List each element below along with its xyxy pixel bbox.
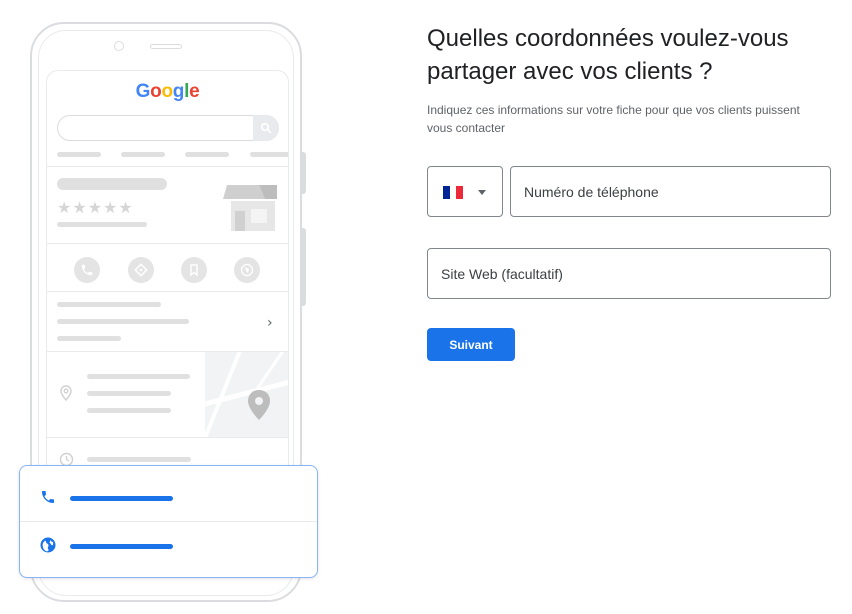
logo-letter: e <box>189 81 200 102</box>
country-code-select[interactable] <box>427 166 503 217</box>
chevron-down-icon <box>478 190 486 195</box>
next-button[interactable]: Suivant <box>427 328 515 361</box>
map-thumbnail <box>205 352 288 438</box>
website-icon <box>234 257 260 283</box>
placeholder-website-line <box>70 544 173 549</box>
divider <box>47 437 288 438</box>
placeholder-line <box>57 302 161 307</box>
directions-icon <box>128 257 154 283</box>
mock-search-bar <box>57 115 279 141</box>
logo-letter: G <box>135 81 151 102</box>
france-flag-icon <box>443 186 464 199</box>
divider <box>47 243 288 244</box>
page-subtitle: Indiquez ces informations sur votre fich… <box>427 103 800 135</box>
contact-card <box>19 465 318 578</box>
phone-side-button <box>301 152 306 194</box>
logo-letter: o <box>150 81 162 102</box>
placeholder-line <box>87 457 191 462</box>
phone-illustration: Google ★★★★★ › <box>0 0 330 614</box>
rating-stars: ★★★★★ <box>57 198 134 217</box>
placeholder-line <box>87 408 171 413</box>
placeholder-line <box>57 152 101 157</box>
placeholder-line <box>57 222 147 227</box>
logo-letter: g <box>172 81 185 102</box>
phone-input[interactable] <box>511 167 830 216</box>
divider <box>47 166 288 167</box>
speaker-icon <box>150 44 182 49</box>
page-title: Quelles coordonnées voulez-vous partager… <box>427 25 789 85</box>
storefront-icon <box>223 185 277 231</box>
camera-icon <box>114 41 124 51</box>
chevron-right-icon: › <box>267 315 273 331</box>
bookmark-icon <box>181 257 207 283</box>
location-pin-icon <box>60 385 72 401</box>
placeholder-line <box>87 391 171 396</box>
phone-field[interactable] <box>510 166 831 217</box>
placeholder-line <box>57 319 189 324</box>
phone-icon <box>42 491 54 503</box>
placeholder-line <box>250 152 288 157</box>
placeholder-phone-line <box>70 496 173 501</box>
divider <box>47 291 288 292</box>
website-input[interactable] <box>428 249 830 298</box>
search-icon <box>253 115 279 141</box>
placeholder-line <box>185 152 229 157</box>
divider <box>20 521 317 522</box>
placeholder-line <box>87 374 190 379</box>
globe-icon <box>40 537 56 553</box>
phone-icon <box>74 257 100 283</box>
placeholder-line <box>57 336 121 341</box>
logo-letter: o <box>161 81 173 102</box>
placeholder-line <box>121 152 165 157</box>
website-field[interactable] <box>427 248 831 299</box>
google-logo: Google <box>47 81 288 103</box>
phone-side-button <box>301 228 306 306</box>
placeholder-title <box>57 178 167 190</box>
